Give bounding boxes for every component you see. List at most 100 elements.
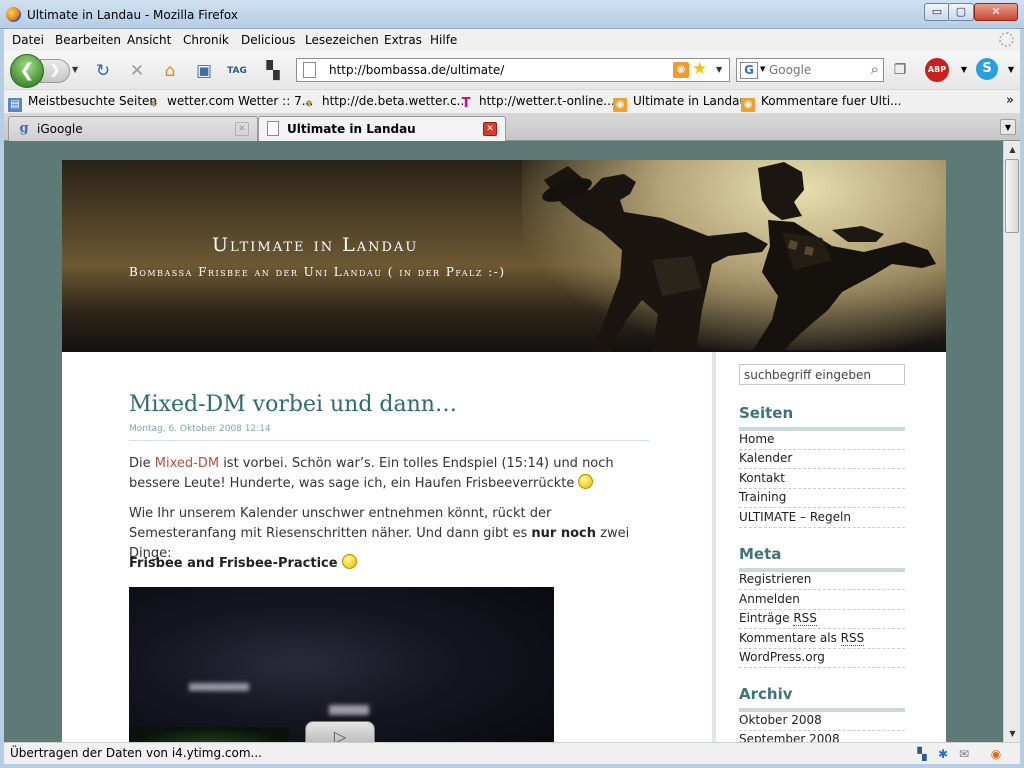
tab-igoogle[interactable]: g iGoogle ✕ [8,116,258,141]
sidebar-link-wordpress[interactable]: WordPress.org [739,650,905,668]
tab-label: iGoogle [37,122,83,136]
main-content: Mixed-DM vorbei und dann… Montag, 6. Okt… [62,352,712,742]
scroll-down-arrow-icon[interactable]: ▼ [1004,725,1021,742]
search-bar[interactable]: G ▼ ⌕ [736,58,884,82]
menu-datei[interactable]: Datei [12,33,44,47]
sidebar: Seiten Home Kalender Kontakt Training UL… [712,352,946,742]
close-window-button[interactable]: ✕ [974,3,1018,21]
forward-button[interactable]: ❯ [40,59,70,83]
tab-label: Ultimate in Landau [287,122,416,136]
menu-extras[interactable]: Extras [384,33,422,47]
sidebar-link-archive-month[interactable]: September 2008 [739,732,905,742]
google-favicon-icon: g [19,121,29,136]
embedded-video[interactable]: ▷ [129,587,554,742]
bold-text: nur noch [531,526,597,541]
frisbee-players-illustration [542,162,936,352]
tab-list-dropdown-icon[interactable]: ▼ [1000,119,1016,135]
window-frame-bottom [0,764,1024,768]
throbber-icon [999,32,1014,47]
sidebar-link-eintraege-rss[interactable]: Einträge RSS [739,611,905,629]
sidebar-search-input[interactable] [739,364,905,385]
blog-header: Ultimate in Landau Bombassa Frisbee an d… [62,160,946,352]
menu-chronik[interactable]: Chronik [183,33,229,47]
rss-feed-icon[interactable]: ◉ [673,62,689,78]
bookmarks-overflow-icon[interactable]: » [1006,93,1014,108]
menu-bearbeiten[interactable]: Bearbeiten [55,33,121,47]
rss-icon: ◉ [741,98,755,112]
page-icon [267,121,279,136]
mail-icon[interactable]: ✉ [956,746,972,762]
status-bar: Übertragen der Daten von i4.ytimg.com...… [4,742,1020,764]
url-bar[interactable]: http://bombassa.de/ultimate/ ◉ ★ ▼ [296,58,730,82]
screenshot-icon[interactable]: ▚ [262,60,284,82]
sidebar-heading-meta: Meta [739,545,905,572]
home-icon[interactable]: ⌂ [159,60,181,82]
scrollbar-thumb[interactable] [1005,159,1019,233]
reload-icon[interactable]: ↻ [92,60,114,82]
sidebar-link-training[interactable]: Training [739,490,905,508]
menu-delicious[interactable]: Delicious [241,33,295,47]
bookmark-item[interactable]: ◉ Kommentare fuer Ulti... [741,94,901,112]
skype-icon[interactable]: S [976,58,998,80]
search-icon[interactable]: ⌕ [871,60,879,78]
bee-icon: ✵ [149,99,159,110]
rss-abbr: RSS [840,631,865,646]
back-button[interactable]: ❮ [10,54,44,88]
sidebar-link-kontakt[interactable]: Kontakt [739,471,905,489]
blog-page: Ultimate in Landau Bombassa Frisbee an d… [62,160,946,742]
close-tab-icon[interactable]: ✕ [483,122,497,136]
bookmark-item[interactable]: ✵ wetter.com Wetter :: 7... [147,94,313,112]
screenshot-status-icon[interactable]: ▚ [914,746,930,762]
sidebar-heading-seiten: Seiten [739,404,905,431]
minimize-button[interactable]: ▭ [924,3,950,21]
windows-icon[interactable]: ❐ [889,59,911,81]
bookmark-item[interactable]: Thttp://wetter.t-online.... [459,94,619,111]
history-dropdown-icon[interactable]: ▼ [72,65,78,74]
sidebar-toggle-icon[interactable]: ▣ [193,60,215,82]
video-light [189,683,249,691]
sidebar-link-registrieren[interactable]: Registrieren [739,572,905,590]
sidebar-link-anmelden[interactable]: Anmelden [739,592,905,610]
search-input[interactable] [769,61,859,79]
blog-title[interactable]: Ultimate in Landau [212,234,418,256]
maximize-button[interactable]: ▢ [948,3,974,21]
video-play-button[interactable]: ▷ [305,721,375,742]
firefox-status-icon[interactable]: ◉ [988,746,1004,762]
bookmark-item[interactable]: ▤ Meistbesuchte Seiten [8,94,157,112]
bookmarks-toolbar: ▤ Meistbesuchte Seiten ✵ wetter.com Wetter… [4,89,1020,113]
sidebar-link-regeln[interactable]: ULTIMATE – Regeln [739,510,905,528]
scroll-up-arrow-icon[interactable]: ▲ [1004,141,1021,158]
post-title[interactable]: Mixed-DM vorbei und dann… [129,392,457,417]
vertical-scrollbar[interactable]: ▲ ▼ [1003,141,1020,742]
text: Die [129,456,155,471]
sidebar-link-archive-month[interactable]: Oktober 2008 [739,713,905,731]
text: Wie Ihr unserem Kalender unschwer entneh… [129,506,552,541]
engine-dropdown-icon[interactable]: ▼ [760,65,765,73]
google-engine-icon[interactable]: G [740,62,758,79]
bookmark-item[interactable]: ◉ Ultimate in Landau [613,94,747,112]
rss-abbr: RSS [793,611,817,626]
sidebar-link-home[interactable]: Home [739,432,905,450]
menu-hilfe[interactable]: Hilfe [430,33,457,47]
bookmark-star-icon[interactable]: ★ [692,59,707,79]
bee-icon: ✵ [304,99,314,110]
delicious-status-icon[interactable]: ✱ [935,746,951,762]
mixed-dm-link[interactable]: Mixed-DM [155,456,219,471]
sidebar-link-kalender[interactable]: Kalender [739,451,905,469]
tag-icon[interactable]: TAG [226,60,248,82]
menu-ansicht[interactable]: Ansicht [127,33,171,47]
adblock-icon[interactable]: ABP [925,58,949,82]
menu-lesezeichen[interactable]: Lesezeichen [305,33,379,47]
stop-icon[interactable]: ✕ [126,60,148,82]
url-text[interactable]: http://bombassa.de/ultimate/ [329,63,504,77]
bookmark-item[interactable]: ✵ http://de.beta.wetter.c... [302,94,468,112]
window-titlebar: Ultimate in Landau - Mozilla Firefox ▭ ▢… [0,0,1024,29]
text: Kommentare als [739,631,841,645]
sidebar-heading-archiv: Archiv [739,685,905,712]
adblock-dropdown-icon[interactable]: ▼ [953,59,975,81]
url-dropdown-icon[interactable]: ▼ [716,65,722,74]
tab-ultimate-in-landau[interactable]: Ultimate in Landau ✕ [258,116,506,142]
sidebar-link-kommentare-rss[interactable]: Kommentare als RSS [739,631,905,649]
skype-dropdown-icon[interactable]: ▼ [1000,59,1022,81]
close-tab-icon[interactable]: ✕ [235,122,249,136]
